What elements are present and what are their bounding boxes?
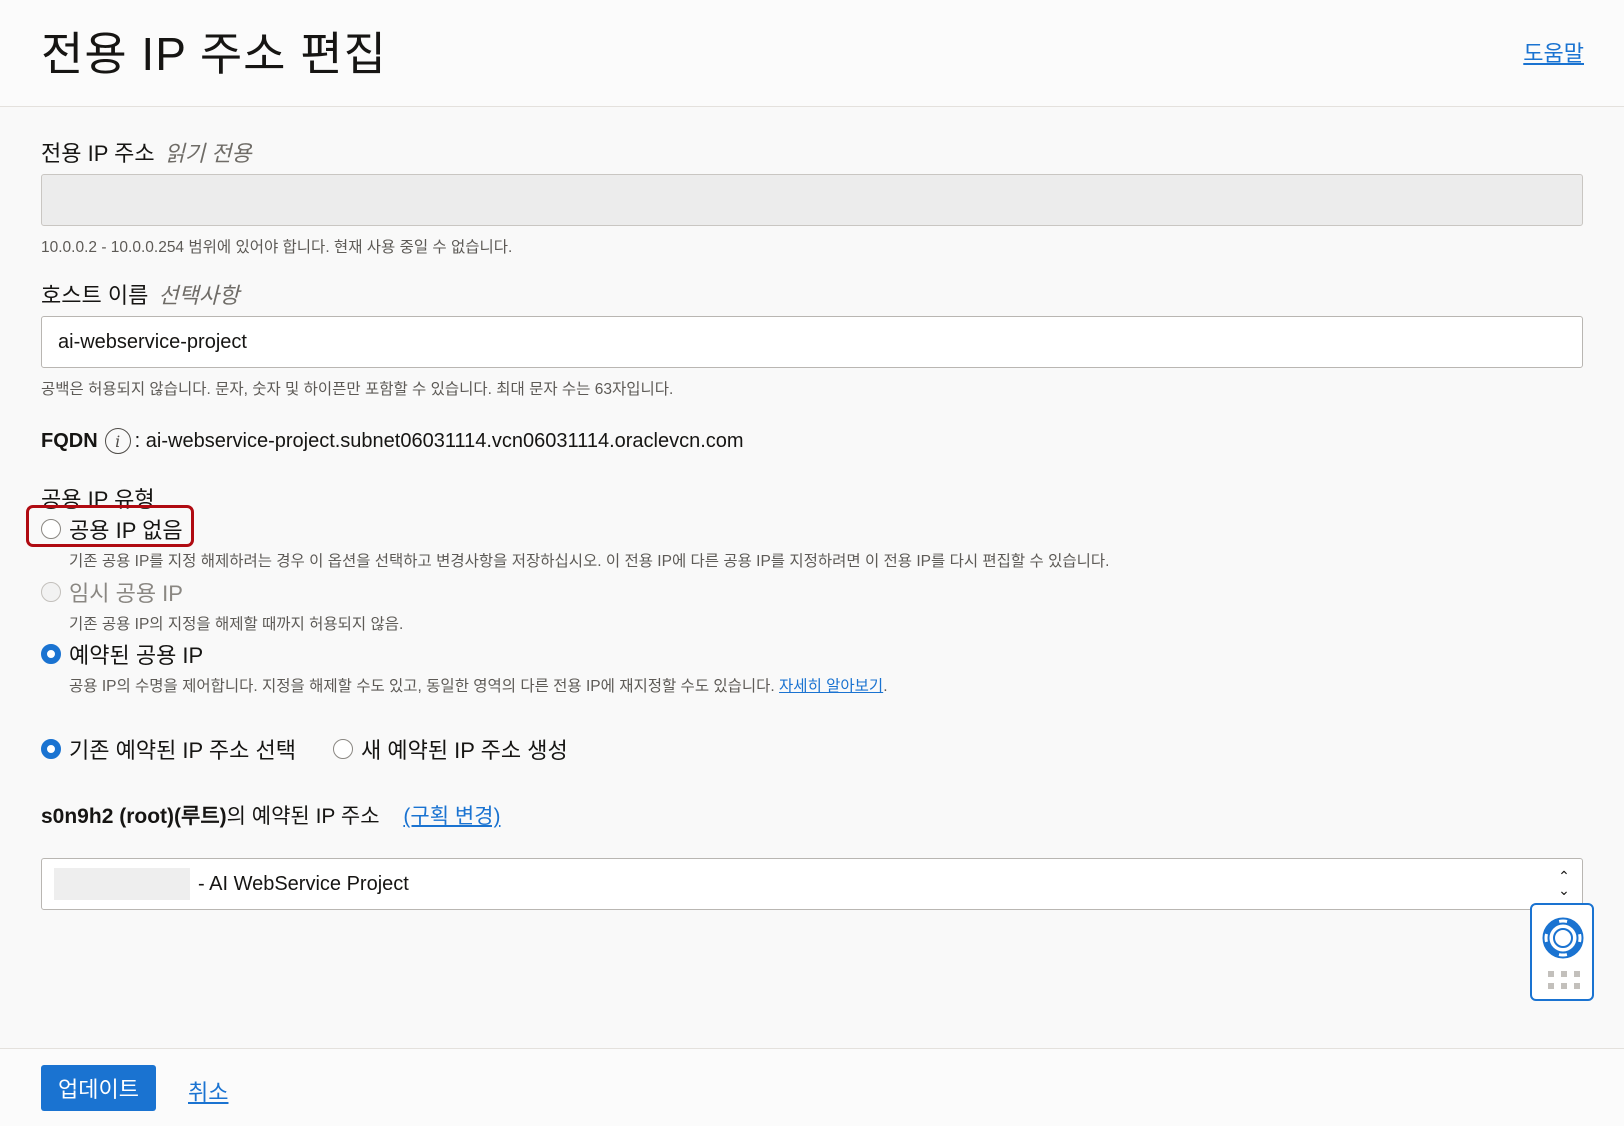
hostname-label-text: 호스트 이름 [41,283,149,308]
learn-more-link[interactable]: 자세히 알아보기 [779,678,883,695]
reserved-ip-select-label: s0n9h2 (root)(루트)의 예약된 IP 주소 (구획 변경) [41,800,500,830]
radio-ephemeral-public-ip: 임시 공용 IP [41,576,183,608]
private-ip-helper: 10.0.0.2 - 10.0.0.254 범위에 있어야 합니다. 현재 사용… [41,239,513,256]
reserved-public-ip-desc: 공용 IP의 수명을 제어합니다. 지정을 해제할 수도 있고, 동일한 영역의… [69,678,888,695]
compartment-name: s0n9h2 (root)(루트) [41,805,227,828]
private-ip-readonly-hint: 읽기 전용 [164,141,252,166]
hostname-helper: 공백은 허용되지 않습니다. 문자, 숫자 및 하이픈만 포함할 수 있습니다.… [41,381,674,398]
radio-circle[interactable] [333,739,353,759]
hostname-input[interactable]: ai-webservice-project [41,316,1583,368]
reserved-ip-select-value: - AI WebService Project [198,873,409,895]
page-header: 전용 IP 주소 편집 도움말 [0,0,1624,107]
radio-label: 공용 IP 없음 [69,518,183,543]
radio-reserved-public-ip[interactable]: 예약된 공용 IP [41,638,203,670]
fqdn-row: FQDN i : ai-webservice-project.subnet060… [41,428,744,454]
page-title: 전용 IP 주소 편집 [41,28,387,80]
radio-no-public-ip[interactable]: 공용 IP 없음 [41,513,183,545]
radio-new-reserved-ip[interactable]: 새 예약된 IP 주소 생성 [333,733,568,765]
page-footer: 업데이트 취소 [0,1048,1624,1126]
radio-circle-selected[interactable] [41,739,61,759]
radio-label: 새 예약된 IP 주소 생성 [361,738,568,763]
help-link[interactable]: 도움말 [1523,36,1584,68]
select-arrows-icon: ⌃ ⌄ [1558,868,1570,898]
private-ip-field [41,174,1583,226]
reserved-ip-select[interactable]: - AI WebService Project ⌃ ⌄ [41,858,1583,910]
radio-label: 임시 공용 IP [69,581,183,606]
hostname-optional-hint: 선택사항 [158,283,240,308]
no-public-ip-desc: 기존 공용 IP를 지정 해제하려는 경우 이 옵션을 선택하고 변경사항을 저… [69,553,1110,570]
radio-label: 예약된 공용 IP [69,643,204,668]
change-compartment-link[interactable]: (구획 변경) [403,805,500,828]
lifebuoy-icon[interactable] [1542,917,1584,959]
update-button[interactable]: 업데이트 [41,1065,156,1111]
fqdn-value: ai-webservice-project.subnet06031114.vcn… [145,429,744,452]
reserved-ip-label-rest: 의 예약된 IP 주소 [226,805,380,828]
fqdn-label: FQDN [41,429,98,452]
cancel-link[interactable]: 취소 [188,1075,228,1107]
masked-ip-value [54,868,190,900]
ephemeral-public-ip-desc: 기존 공용 IP의 지정을 해제할 때까지 허용되지 않음. [69,616,404,633]
radio-circle [41,582,61,602]
radio-circle[interactable] [41,519,61,539]
radio-circle-selected[interactable] [41,644,61,664]
hostname-label: 호스트 이름 선택사항 [41,278,239,310]
radio-label: 기존 예약된 IP 주소 선택 [69,738,296,763]
private-ip-label: 전용 IP 주소 읽기 전용 [41,136,252,168]
info-icon[interactable]: i [104,428,131,454]
drag-handle-icon[interactable] [1548,971,1580,989]
fqdn-colon: : [134,429,146,452]
reserved-desc-text: 공용 IP의 수명을 제어합니다. 지정을 해제할 수도 있고, 동일한 영역의… [69,678,775,695]
radio-existing-reserved-ip[interactable]: 기존 예약된 IP 주소 선택 [41,733,296,765]
private-ip-label-text: 전용 IP 주소 [41,141,155,166]
floating-help-widget[interactable] [1530,903,1594,1001]
